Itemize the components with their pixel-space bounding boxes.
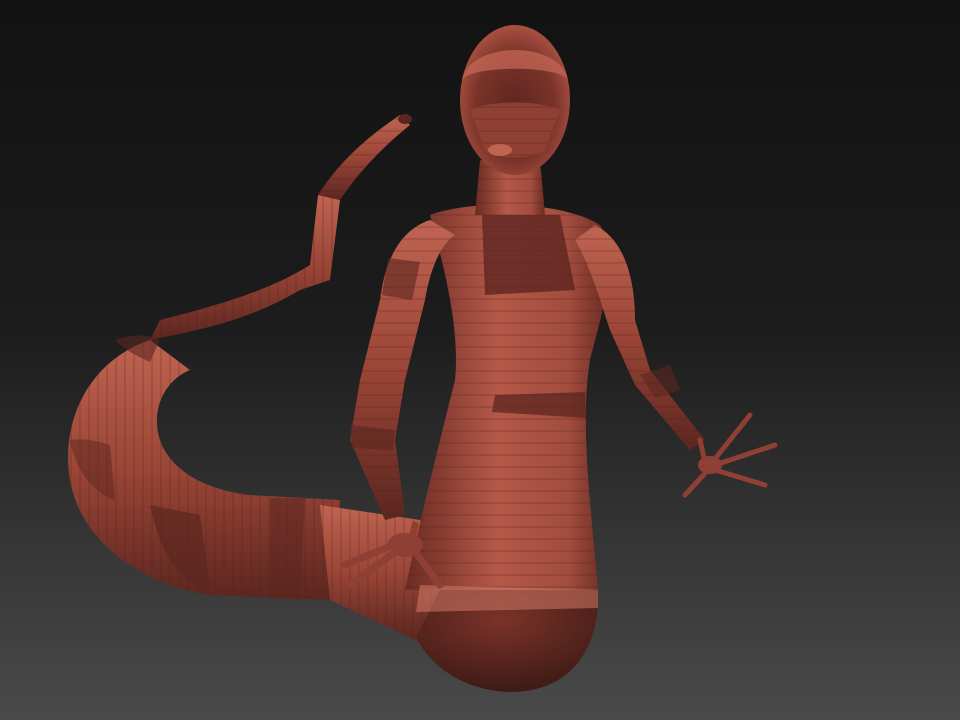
sculpt-viewport[interactable]: [0, 0, 960, 720]
head: [460, 25, 570, 175]
figure-scene: [0, 0, 960, 720]
